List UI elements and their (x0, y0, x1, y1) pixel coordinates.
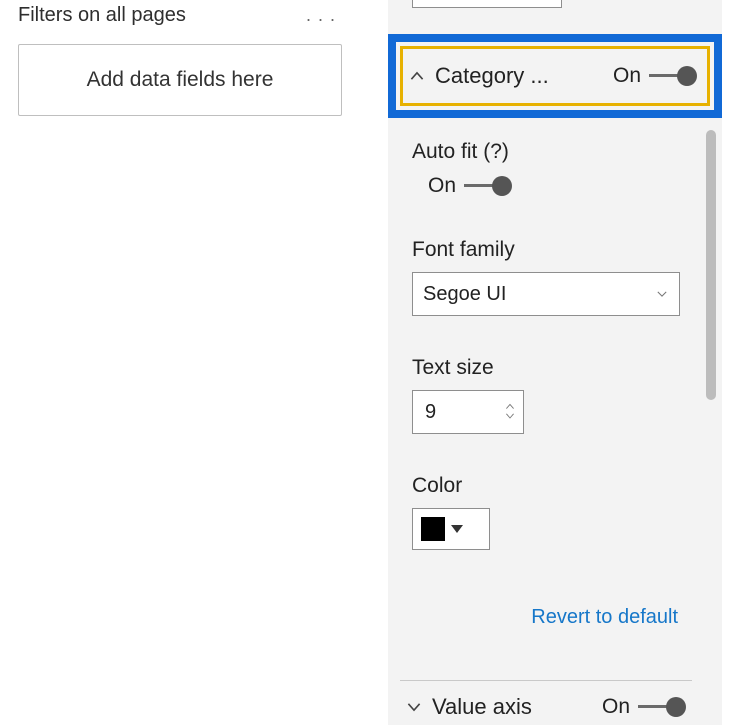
toggle-switch-icon (638, 697, 686, 717)
filters-title: Filters on all pages (18, 4, 186, 27)
more-options-button[interactable]: . . . (300, 1, 342, 30)
chevron-down-icon (406, 699, 422, 715)
chevron-up-icon (504, 402, 516, 412)
value-axis-label: Value axis (432, 694, 592, 720)
toggle-switch-icon (464, 176, 512, 196)
text-size-block: Text size 9 (412, 356, 682, 434)
spinner-arrows[interactable] (501, 402, 523, 422)
dropdown-triangle-icon (451, 525, 463, 533)
chevron-down-icon (504, 412, 516, 422)
toggle-state-text: On (613, 64, 641, 88)
category-axis-expander[interactable]: Category ... On (400, 46, 710, 106)
scrollbar-thumb[interactable] (706, 130, 716, 400)
category-axis-label: Category ... (435, 63, 603, 89)
font-family-block: Font family Segoe UI (412, 238, 682, 316)
autofit-block: Auto fit (?) On (412, 140, 682, 198)
text-size-label: Text size (412, 356, 682, 380)
text-size-spinner[interactable]: 9 (412, 390, 524, 434)
font-family-label: Font family (412, 238, 682, 262)
section-divider (400, 680, 692, 681)
category-props: Auto fit (?) On Font family Segoe UI (412, 140, 682, 629)
color-label: Color (412, 474, 682, 498)
value-axis-expander[interactable]: Value axis On (400, 689, 692, 725)
text-size-value: 9 (413, 401, 501, 424)
toggle-switch-icon (649, 66, 697, 86)
filters-dropzone-placeholder: Add data fields here (87, 68, 274, 92)
autofit-toggle[interactable]: On (412, 174, 682, 198)
filters-dropzone[interactable]: Add data fields here (18, 44, 342, 116)
tutorial-highlight: Category ... On (388, 34, 722, 118)
color-picker[interactable] (412, 508, 490, 550)
revert-to-default-link[interactable]: Revert to default (412, 606, 682, 629)
filters-header: Filters on all pages . . . (18, 0, 342, 30)
toggle-state-text: On (602, 695, 630, 719)
color-swatch (421, 517, 445, 541)
category-axis-toggle[interactable]: On (613, 64, 697, 88)
chevron-down-icon (655, 287, 669, 301)
cropped-input-fragment (412, 0, 562, 8)
format-pane: Category ... On Auto fit (?) On (388, 0, 722, 725)
format-inner: Category ... On Auto fit (?) On (388, 0, 722, 725)
chevron-up-icon (409, 68, 425, 84)
font-family-select[interactable]: Segoe UI (412, 272, 680, 316)
color-block: Color (412, 474, 682, 550)
autofit-label: Auto fit (?) (412, 140, 682, 164)
font-family-value: Segoe UI (423, 283, 506, 306)
filters-pane: Filters on all pages . . . Add data fiel… (0, 0, 360, 660)
toggle-state-text: On (428, 174, 456, 198)
value-axis-toggle[interactable]: On (602, 695, 686, 719)
